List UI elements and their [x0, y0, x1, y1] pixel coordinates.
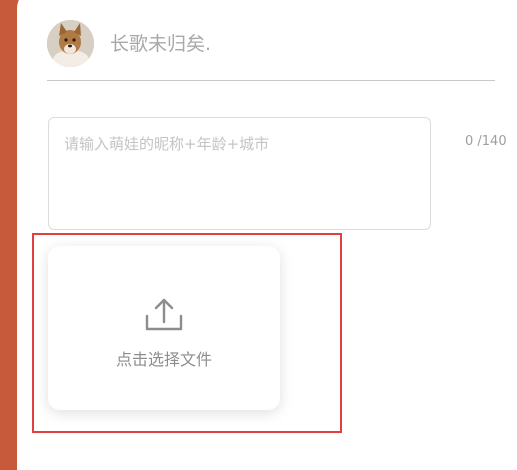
upload-button[interactable]: 点击选择文件	[48, 246, 280, 410]
upload-label: 点击选择文件	[115, 350, 212, 369]
avatar[interactable]	[47, 20, 94, 67]
textarea-placeholder: 请输入萌娃的昵称+年龄+城市	[64, 135, 270, 153]
user-name: 长歌未归矣.	[110, 33, 212, 55]
divider	[47, 80, 495, 81]
dog-avatar-icon	[47, 20, 94, 67]
character-counter: 0 /140	[465, 134, 507, 149]
upload-icon	[145, 298, 183, 331]
post-textarea[interactable]: 请输入萌娃的昵称+年龄+城市	[48, 117, 431, 230]
